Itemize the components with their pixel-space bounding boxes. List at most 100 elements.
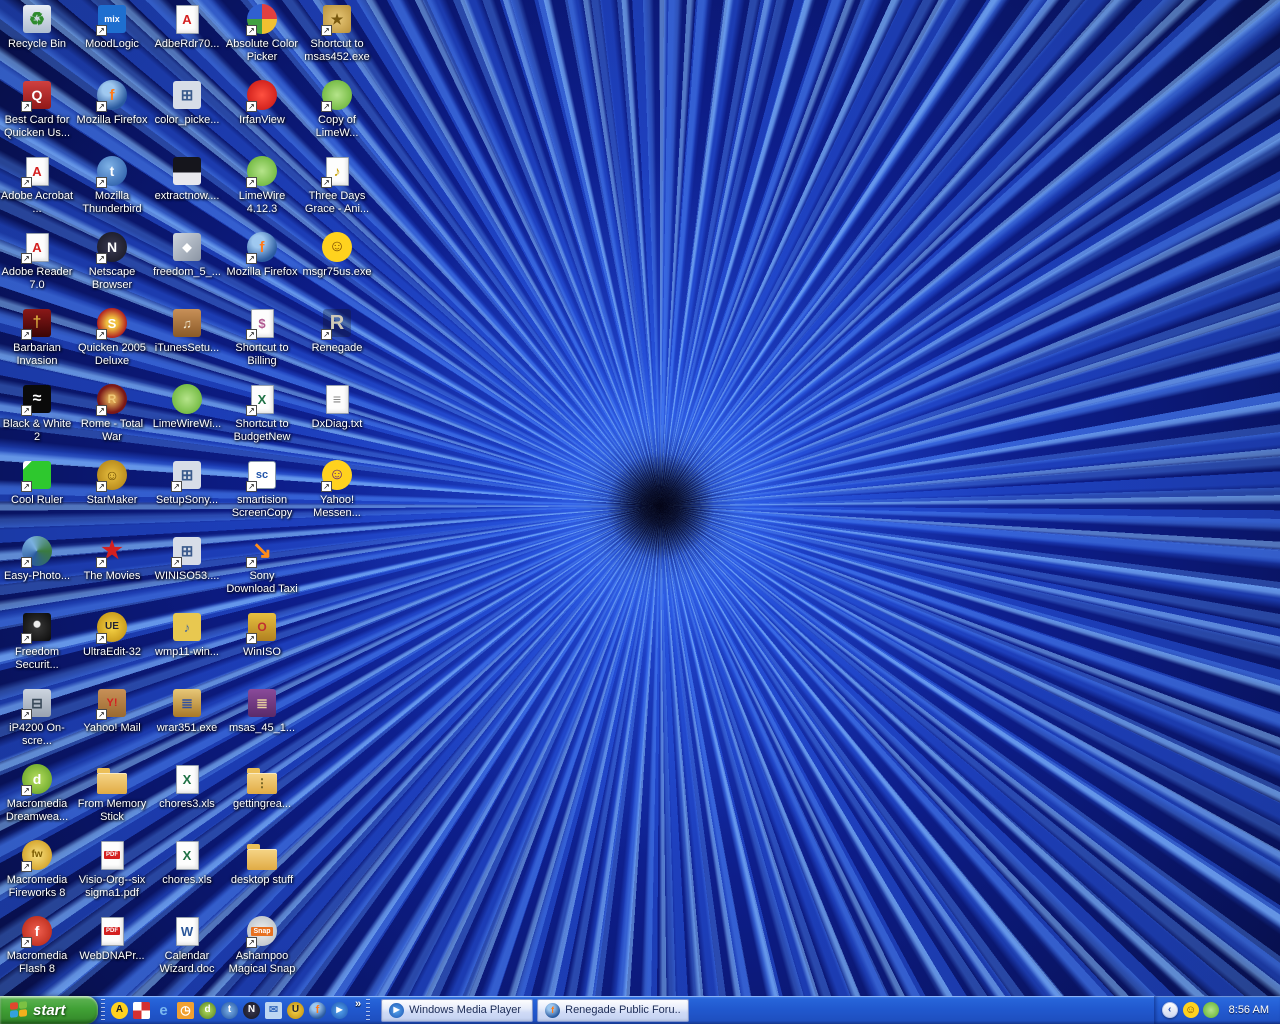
- desktop-icon-label: LimeWireWi...: [153, 418, 221, 431]
- desktop-icon-shortcut-msas452[interactable]: ★↗Shortcut to msas452.exe: [300, 3, 374, 64]
- desktop-icon-wrar351-exe[interactable]: ≣wrar351.exe: [150, 687, 224, 735]
- desktop-icon-macromedia-flash-8[interactable]: f↗Macromedia Flash 8: [0, 915, 74, 976]
- ultraedit-icon[interactable]: U: [287, 1002, 304, 1019]
- quick-launch-overflow-chevron[interactable]: »: [355, 998, 361, 1010]
- taskband-drag-handle[interactable]: [366, 999, 370, 1021]
- quick-launch-drag-handle[interactable]: [101, 999, 105, 1021]
- desktop-icon-adobe-reader-7[interactable]: A↗Adobe Reader 7.0: [0, 231, 74, 292]
- desktop-icon-adobe-acrobat[interactable]: A↗Adobe Acrobat ...: [0, 155, 74, 216]
- desktop-icon-best-card-for-quicken[interactable]: Q↗Best Card for Quicken Us...: [0, 79, 74, 140]
- desktop-icon-gettingready-zip-folder[interactable]: ⋮gettingrea...: [225, 763, 299, 811]
- msgr75us-exe-icon: ☺: [321, 231, 353, 263]
- desktop-icon-extractnow[interactable]: extractnow....: [150, 155, 224, 203]
- desktop-icon-setup-sony[interactable]: ⊞↗SetupSony...: [150, 459, 224, 507]
- shortcut-arrow-overlay: ↗: [246, 937, 257, 948]
- desktop-icon-chores-xls[interactable]: Xchores.xls: [150, 839, 224, 887]
- desktop-icon-limewire-win-installer[interactable]: LimeWireWi...: [150, 383, 224, 431]
- desktop-icon-renegade[interactable]: R↗Renegade: [300, 307, 374, 355]
- desktop-icon-dxdiag-txt[interactable]: ≡DxDiag.txt: [300, 383, 374, 431]
- desktop-icon-quicken-2005-deluxe[interactable]: S↗Quicken 2005 Deluxe: [75, 307, 149, 368]
- ashampoo-magical-snap-icon: Snap↗: [246, 915, 278, 947]
- wmp-icon[interactable]: ▶: [331, 1002, 348, 1019]
- aim-icon[interactable]: A: [111, 1002, 128, 1019]
- desktop-icon-desktop-stuff-folder[interactable]: desktop stuff: [225, 839, 299, 887]
- taskbar-clock[interactable]: 8:56 AM: [1229, 1004, 1269, 1016]
- desktop-icon-label: Absolute Color Picker: [225, 38, 299, 64]
- tray-collapse-chevron[interactable]: ‹: [1162, 1002, 1178, 1018]
- desktop-icon-moodlogic[interactable]: mix↗MoodLogic: [75, 3, 149, 51]
- desktop-icon-irfanview[interactable]: ↗IrfanView: [225, 79, 299, 127]
- pinwheel-icon[interactable]: [133, 1002, 150, 1019]
- desktop-icon-netscape-browser[interactable]: N↗Netscape Browser: [75, 231, 149, 292]
- desktop-icon-macromedia-fireworks-8[interactable]: fw↗Macromedia Fireworks 8: [0, 839, 74, 900]
- wmp-window-button[interactable]: ▶Windows Media Player: [381, 999, 533, 1022]
- desktop-icon-calendar-wizard-doc[interactable]: WCalendar Wizard.doc: [150, 915, 224, 976]
- desktop-icon-freedom-security[interactable]: ↗Freedom Securit...: [0, 611, 74, 672]
- desktop-icon-easy-photo[interactable]: ↗Easy-Photo...: [0, 535, 74, 583]
- desktop-icon-limewire-4-12-3[interactable]: ↗LimeWire 4.12.3: [225, 155, 299, 216]
- desktop-icon-label: Ashampoo Magical Snap: [225, 950, 299, 976]
- firefox-window-button[interactable]: fRenegade Public Foru...: [537, 999, 689, 1022]
- desktop-icon-three-days-grace-audio[interactable]: ♪↗Three Days Grace - Ani...: [300, 155, 374, 216]
- desktop-icon-starmaker[interactable]: ☺↗StarMaker: [75, 459, 149, 507]
- clock-icon[interactable]: ◷: [177, 1002, 194, 1019]
- desktop-icon-winiso53-installer[interactable]: ⊞↗WINISO53....: [150, 535, 224, 583]
- smartision-screencopy-glyph: sc: [256, 470, 268, 481]
- desktop-icon-macromedia-dreamweaver[interactable]: d↗Macromedia Dreamwea...: [0, 763, 74, 824]
- desktop-icon-recycle-bin[interactable]: ♻Recycle Bin: [0, 3, 74, 51]
- desktop-icon-shortcut-to-billing[interactable]: $↗Shortcut to Billing: [225, 307, 299, 368]
- outlook-mail-icon[interactable]: ✉: [265, 1002, 282, 1019]
- desktop-icon-label: UltraEdit-32: [83, 646, 141, 659]
- desktop-icon-black-and-white-2[interactable]: ≈↗Black & White 2: [0, 383, 74, 444]
- desktop-icon-rome-total-war[interactable]: R↗Rome - Total War: [75, 383, 149, 444]
- desktop-icon-label: freedom_5_...: [153, 266, 221, 279]
- desktop-icon-freedom-5-installer[interactable]: ◆freedom_5_...: [150, 231, 224, 279]
- desktop-icon-adbe-rdr70-installer[interactable]: AAdbeRdr70...: [150, 3, 224, 51]
- desktop-icon-winiso[interactable]: O↗WinISO: [225, 611, 299, 659]
- desktop-icon-ip4200-onscreen[interactable]: ⊟↗iP4200 On-scre...: [0, 687, 74, 748]
- desktop-icon-mozilla-thunderbird[interactable]: t↗Mozilla Thunderbird: [75, 155, 149, 216]
- shortcut-arrow-overlay: ↗: [21, 633, 32, 644]
- start-button[interactable]: start: [0, 996, 98, 1024]
- desktop-icon-shortcut-to-budgetnew[interactable]: X↗Shortcut to BudgetNew: [225, 383, 299, 444]
- desktop-icon-from-memory-stick-folder[interactable]: From Memory Stick: [75, 763, 149, 824]
- firefox-icon[interactable]: f: [309, 1002, 326, 1019]
- desktop-icon-barbarian-invasion[interactable]: †↗Barbarian Invasion: [0, 307, 74, 368]
- desktop-icon-cool-ruler[interactable]: ↗Cool Ruler: [0, 459, 74, 507]
- desktop-icon-label: Black & White 2: [0, 418, 74, 444]
- desktop-icon-msas-45-1-archive[interactable]: ≣msas_45_1...: [225, 687, 299, 735]
- desktop-icon-ashampoo-magical-snap[interactable]: Snap↗ Ashampoo Magical Snap: [225, 915, 299, 976]
- dreamweaver-icon[interactable]: d: [199, 1002, 216, 1019]
- desktop-icon-visio-org-six-sigma1-pdf[interactable]: PDFVisio-Org--six sigma1.pdf: [75, 839, 149, 900]
- itunes-setup-glyph: ♫: [182, 317, 192, 330]
- desktop-icon-chores3-xls[interactable]: Xchores3.xls: [150, 763, 224, 811]
- desktop-icon-the-movies[interactable]: ★↗The Movies: [75, 535, 149, 583]
- desktop-icon-label: Shortcut to BudgetNew: [225, 418, 299, 444]
- desktop-icon-label: Adobe Reader 7.0: [0, 266, 74, 292]
- netscape-icon[interactable]: N: [243, 1002, 260, 1019]
- absolute-color-picker-icon: ↗: [246, 3, 278, 35]
- yahoo-messenger-tray-icon[interactable]: ☺: [1183, 1002, 1199, 1018]
- limewire-tray-icon[interactable]: [1203, 1002, 1219, 1018]
- desktop-icon-wmp11-installer[interactable]: ♪wmp11-win...: [150, 611, 224, 659]
- desktop-icon-webdna-pdf[interactable]: PDFWebDNAPr...: [75, 915, 149, 963]
- desktop-wallpaper[interactable]: ♻Recycle Binmix↗MoodLogicAAdbeRdr70... ↗ A…: [0, 0, 1280, 996]
- shortcut-arrow-overlay: ↗: [96, 633, 107, 644]
- desktop-icon-itunes-setup[interactable]: ♫iTunesSetu...: [150, 307, 224, 355]
- desktop-icon-smartision-screencopy[interactable]: sc↗smartision ScreenCopy: [225, 459, 299, 520]
- desktop-icon-absolute-color-picker[interactable]: ↗ Absolute Color Picker: [225, 3, 299, 64]
- mozilla-firefox-glyph: f: [110, 88, 115, 103]
- desktop-icon-yahoo-messenger[interactable]: ☺↗Yahoo! Messen...: [300, 459, 374, 520]
- desktop-icon-ultraedit-32[interactable]: UE↗UltraEdit-32: [75, 611, 149, 659]
- thunderbird-icon[interactable]: t: [221, 1002, 238, 1019]
- internet-explorer-icon[interactable]: e: [155, 1002, 172, 1019]
- desktop-icon-copy-of-limewire[interactable]: ↗Copy of LimeW...: [300, 79, 374, 140]
- desktop-icon-color-picker-installer[interactable]: ⊞color_picke...: [150, 79, 224, 127]
- desktop-icon-mozilla-firefox-2[interactable]: f↗Mozilla Firefox: [225, 231, 299, 279]
- desktop-icon-label: iP4200 On-scre...: [0, 722, 74, 748]
- desktop-icon-yahoo-mail[interactable]: Y!↗Yahoo! Mail: [75, 687, 149, 735]
- shortcut-arrow-overlay: ↗: [321, 101, 332, 112]
- desktop-icon-mozilla-firefox[interactable]: f↗Mozilla Firefox: [75, 79, 149, 127]
- desktop-icon-sony-download-taxi[interactable]: ↘↗Sony Download Taxi: [225, 535, 299, 596]
- desktop-icon-msgr75us-exe[interactable]: ☺msgr75us.exe: [300, 231, 374, 279]
